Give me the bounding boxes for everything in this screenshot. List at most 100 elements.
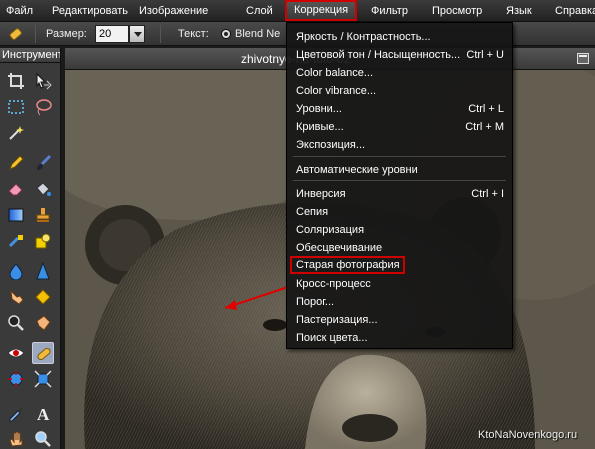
maximize-icon[interactable] [577,53,589,64]
menu-item-label: Обесцвечивание [296,242,383,254]
menu-image[interactable]: Изображение [139,0,208,22]
pencil-icon [9,155,24,170]
color-picker-tool[interactable] [5,402,27,424]
move-arrow-icon [36,72,52,90]
menu-item-brightness-contrast[interactable]: Яркость / Контрастность... [287,28,512,46]
type-tool[interactable]: A [32,402,54,424]
menu-adjustments[interactable]: Коррекция [285,0,358,21]
menu-filter[interactable]: Фильтр [371,0,408,22]
crop-icon [8,73,24,89]
menu-item-exposure[interactable]: Экспозиция... [287,136,512,154]
options-separator [35,25,36,43]
menu-item-shortcut: Ctrl + I [471,188,504,200]
menu-item-desaturate[interactable]: Обесцвечивание [287,239,512,257]
menu-item-label: Соляризация [296,224,365,236]
sharpen-tool[interactable] [32,260,54,282]
lasso-tool[interactable] [32,96,54,118]
zoom-icon [35,431,51,447]
crop-tool[interactable] [5,70,27,92]
clone-stamp-tool[interactable] [32,204,54,226]
size-dropdown-button[interactable] [129,25,145,43]
hand-icon [9,431,23,447]
tools-panel-title: Инструмент [0,48,60,63]
pinch-tool[interactable] [32,368,54,390]
magic-wand-icon [9,126,24,140]
hand-tool[interactable] [5,428,27,449]
menu-layer[interactable]: Слой [246,0,273,22]
menu-item-label: Пастеризация... [296,314,378,326]
menu-help[interactable]: Справка [555,0,595,22]
menu-item-threshold[interactable]: Порог... [287,293,512,311]
options-separator [160,25,161,43]
menu-item-shortcut: Ctrl + M [465,121,504,133]
menu-item-shortcut: Ctrl + U [466,49,504,61]
menu-view[interactable]: Просмотр [432,0,482,22]
finger-icon [10,289,24,305]
blur-tool[interactable] [5,260,27,282]
hand-burn-icon [36,315,51,331]
menu-item-sepia[interactable]: Сепия [287,203,512,221]
spot-heal-tool[interactable] [32,342,54,364]
menu-item-color-lookup[interactable]: Поиск цвета... [287,329,512,347]
menu-item-label: Порог... [296,296,335,308]
bloat-tool[interactable] [5,368,27,390]
magnifier-dodge-icon [8,315,24,331]
svg-text:A: A [37,405,50,422]
gradient-tool[interactable] [5,204,27,226]
menu-item-label: Уровни... [296,103,342,115]
menu-item-label: Старая фотография [296,259,400,271]
sponge-tool[interactable] [32,286,54,308]
menu-item-solarize[interactable]: Соляризация [287,221,512,239]
burn-tool[interactable] [32,312,54,334]
zoom-tool[interactable] [32,428,54,449]
eraser-icon [8,183,23,196]
dodge-tool[interactable] [5,312,27,334]
eraser-tool[interactable] [5,178,27,200]
menu-item-curves[interactable]: Кривые... Ctrl + M [287,118,512,136]
menu-item-label: Экспозиция... [296,139,366,151]
shape-tool[interactable] [32,230,54,252]
menu-item-color-balance[interactable]: Color balance... [287,64,512,82]
menu-edit[interactable]: Редактировать [52,0,128,22]
marquee-tool[interactable] [5,96,27,118]
menu-item-shortcut: Ctrl + L [468,103,504,115]
sponge-icon [35,289,51,305]
menu-item-cross-process[interactable]: Кросс-процесс [287,275,512,293]
brush-tool[interactable] [32,152,54,174]
color-replace-tool[interactable] [5,230,27,252]
site-watermark: KtoNaNovenkogo.ru [478,429,578,441]
menu-item-label: Цветовой тон / Насыщенность... [296,49,461,61]
menu-item-label: Color balance... [296,67,374,79]
red-eye-tool[interactable] [5,342,27,364]
menu-item-label: Поиск цвета... [296,332,368,344]
marquee-icon [8,100,24,114]
menu-item-color-vibrance[interactable]: Color vibrance... [287,82,512,100]
size-input[interactable]: 20 [95,25,129,43]
menu-item-label: Кросс-процесс [296,278,371,290]
eyedropper-icon [9,408,23,422]
move-tool[interactable] [32,70,54,92]
sharpen-icon [36,262,50,280]
menu-separator [293,156,506,157]
adjustments-menu: Яркость / Контрастность... Цветовой тон … [286,22,513,349]
menu-item-auto-levels[interactable]: Автоматические уровни [287,161,512,179]
pencil-tool[interactable] [5,152,27,174]
blend-radio[interactable] [221,29,231,39]
lasso-icon [36,99,52,116]
tools-panel: Инструмент A [0,48,61,449]
magic-wand-tool[interactable] [5,122,27,144]
eye-icon [7,348,25,358]
size-label: Размер: [46,28,87,40]
stamp-icon [36,208,50,222]
menu-item-levels[interactable]: Уровни... Ctrl + L [287,100,512,118]
menu-item-old-photo[interactable]: Старая фотография [290,256,405,274]
menu-file[interactable]: Файл [6,0,33,22]
menu-item-invert[interactable]: Инверсия Ctrl + I [287,185,512,203]
smudge-tool[interactable] [5,286,27,308]
paint-bucket-tool[interactable] [32,178,54,200]
menu-language[interactable]: Язык [506,0,532,22]
menubar: Файл Редактировать Изображение Слой Корр… [0,0,595,22]
menu-item-posterize[interactable]: Пастеризация... [287,311,512,329]
menu-item-label: Яркость / Контрастность... [296,31,431,43]
menu-item-hue-saturation[interactable]: Цветовой тон / Насыщенность... Ctrl + U [287,46,512,64]
